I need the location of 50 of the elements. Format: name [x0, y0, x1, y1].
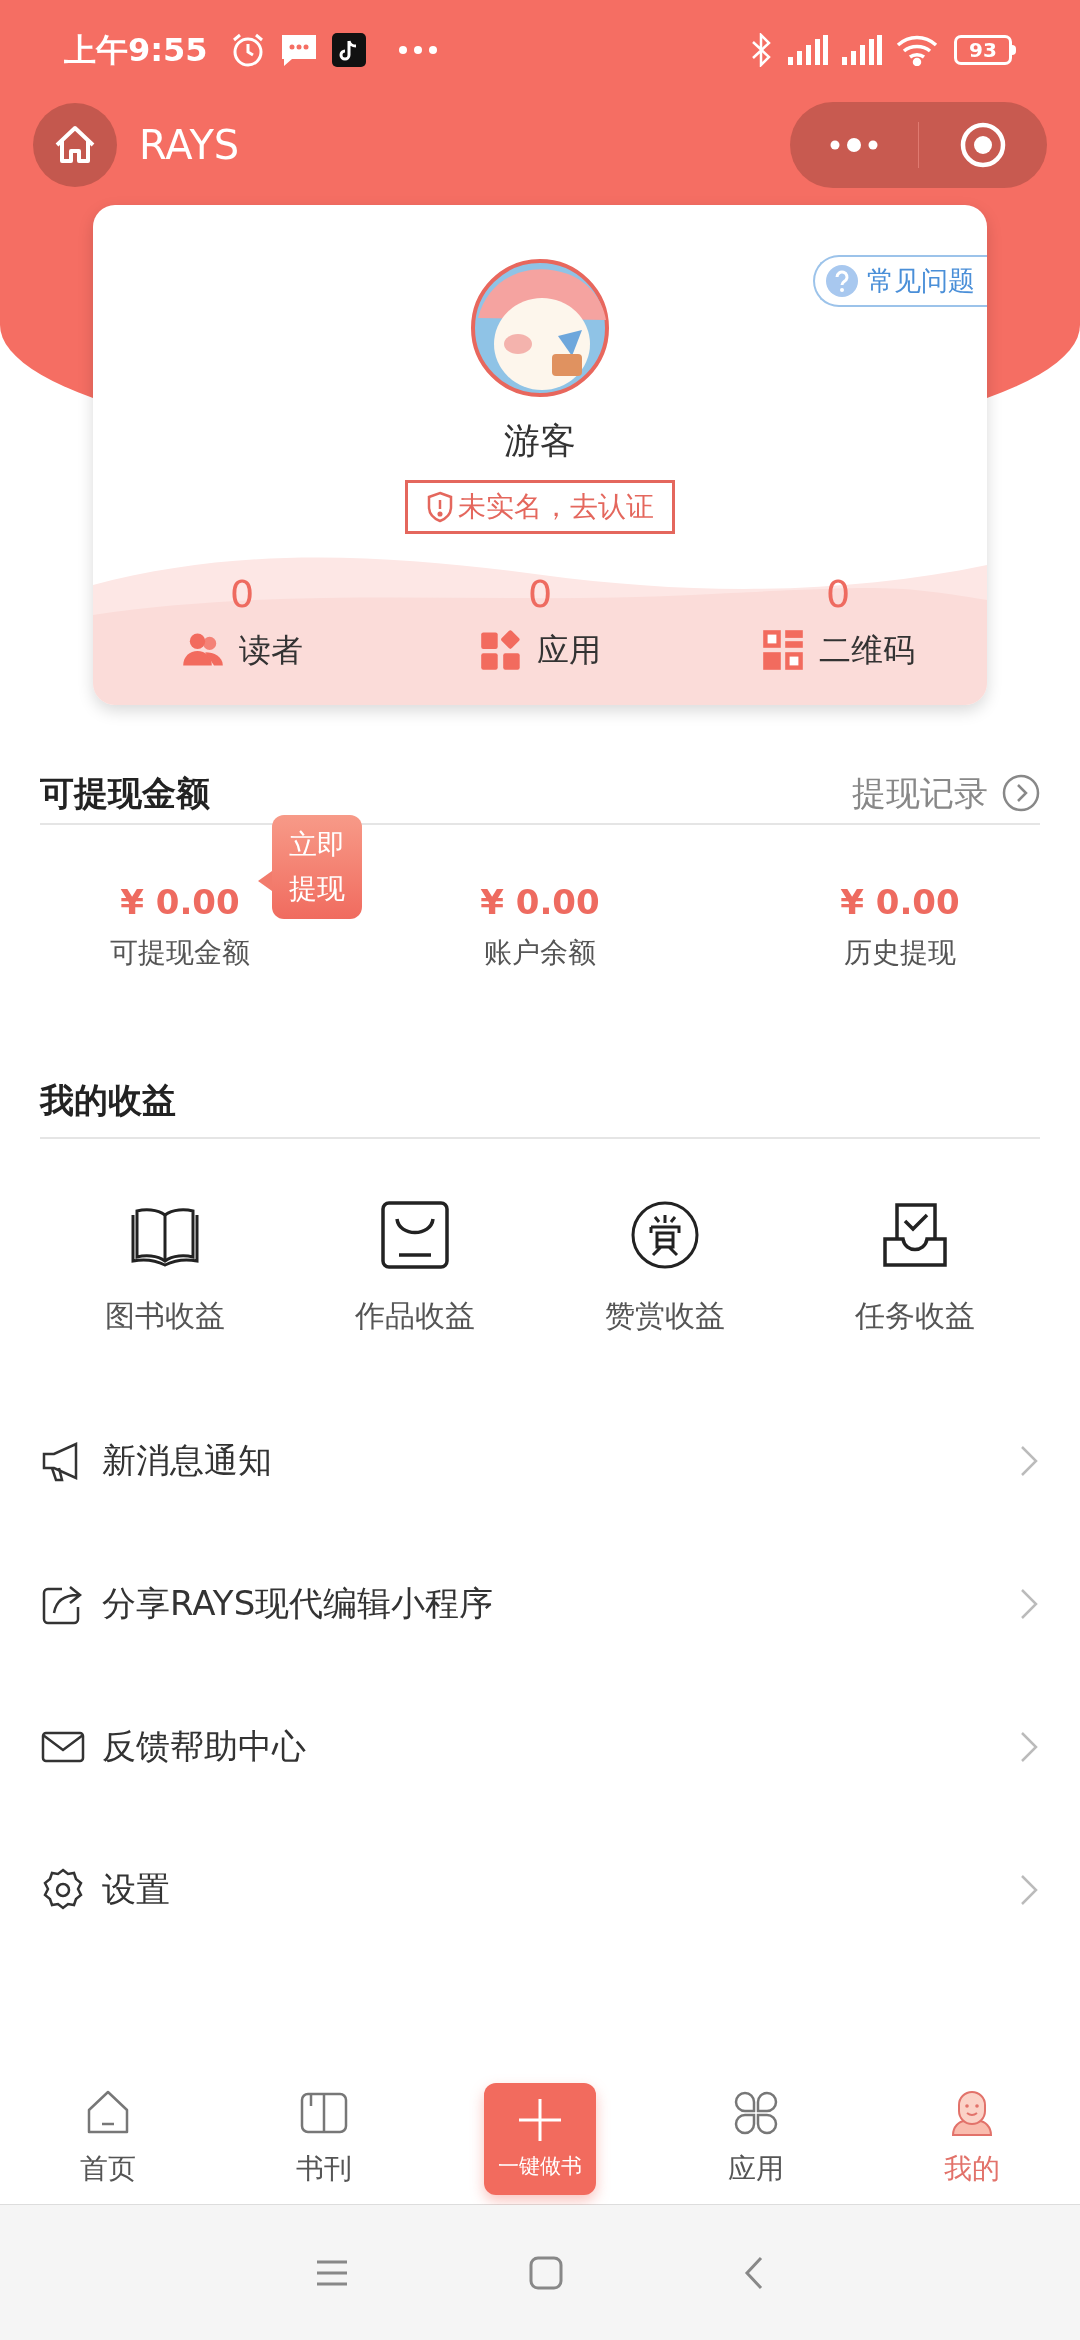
user-name: 游客 [504, 419, 576, 463]
earnings-item[interactable]: 赞赏收益 [540, 1199, 790, 1389]
more-icon [829, 137, 879, 153]
shopping-bag-icon [379, 1199, 451, 1271]
stat-link[interactable]: 二维码 [761, 626, 915, 674]
more-notifications-icon [397, 45, 438, 55]
stat-value: 0 [825, 572, 851, 616]
bluetooth-icon [750, 33, 772, 67]
apps-icon [479, 628, 523, 672]
section-title: 可提现金额 [40, 771, 210, 815]
menu-item[interactable]: 设置 [40, 1818, 1040, 1961]
tab-item[interactable]: 首页 [0, 2087, 216, 2190]
stat-link[interactable]: 读者 [181, 626, 303, 674]
page-title: RAYS [139, 121, 240, 170]
chevron-circle-icon [1002, 774, 1040, 812]
section-title: 我的收益 [40, 1078, 176, 1122]
amount-value: ¥ 0.00 [480, 880, 600, 924]
message-icon [279, 33, 318, 67]
menu-item[interactable]: 反馈帮助中心 [40, 1675, 1040, 1818]
signal-icon [842, 35, 882, 65]
earnings-item[interactable]: 图书收益 [40, 1199, 290, 1389]
amount-label: 可提现金额 [110, 934, 250, 971]
stat-link[interactable]: 应用 [479, 626, 601, 674]
amount-value: ¥ 0.00 [840, 880, 960, 924]
reward-coin-icon [629, 1199, 701, 1271]
app-notification-icon [331, 33, 366, 67]
qr-code-icon [761, 628, 805, 672]
shield-icon [426, 491, 454, 523]
amount-value: ¥ 0.00 [120, 880, 240, 924]
withdraw-history-link[interactable]: 提现记录 [852, 767, 1040, 819]
home-square-icon[interactable] [529, 2255, 563, 2290]
amount-label: 账户余额 [484, 934, 596, 971]
wifi-icon [896, 34, 938, 66]
battery-level: 93 [969, 40, 997, 60]
signal-icon [788, 35, 828, 65]
target-icon [959, 121, 1007, 169]
status-time: 上午9:55 [64, 30, 208, 71]
earnings-item[interactable]: 作品收益 [290, 1199, 540, 1389]
amount-label: 历史提现 [844, 934, 956, 971]
menu-icon[interactable] [315, 2258, 349, 2287]
stat-value: 0 [229, 572, 255, 616]
menu-item[interactable]: 分享RAYS现代编辑小程序 [40, 1532, 1040, 1675]
bubble-tail [258, 870, 272, 891]
earnings-item[interactable]: 任务收益 [790, 1199, 1040, 1389]
tab-item[interactable]: 书刊 [216, 2087, 432, 2190]
question-icon [825, 264, 859, 298]
back-icon[interactable] [743, 2254, 765, 2291]
stat-value: 0 [527, 572, 553, 616]
tab-item[interactable]: 应用 [648, 2087, 864, 2190]
menu-item[interactable]: 新消息通知 [40, 1389, 1040, 1532]
